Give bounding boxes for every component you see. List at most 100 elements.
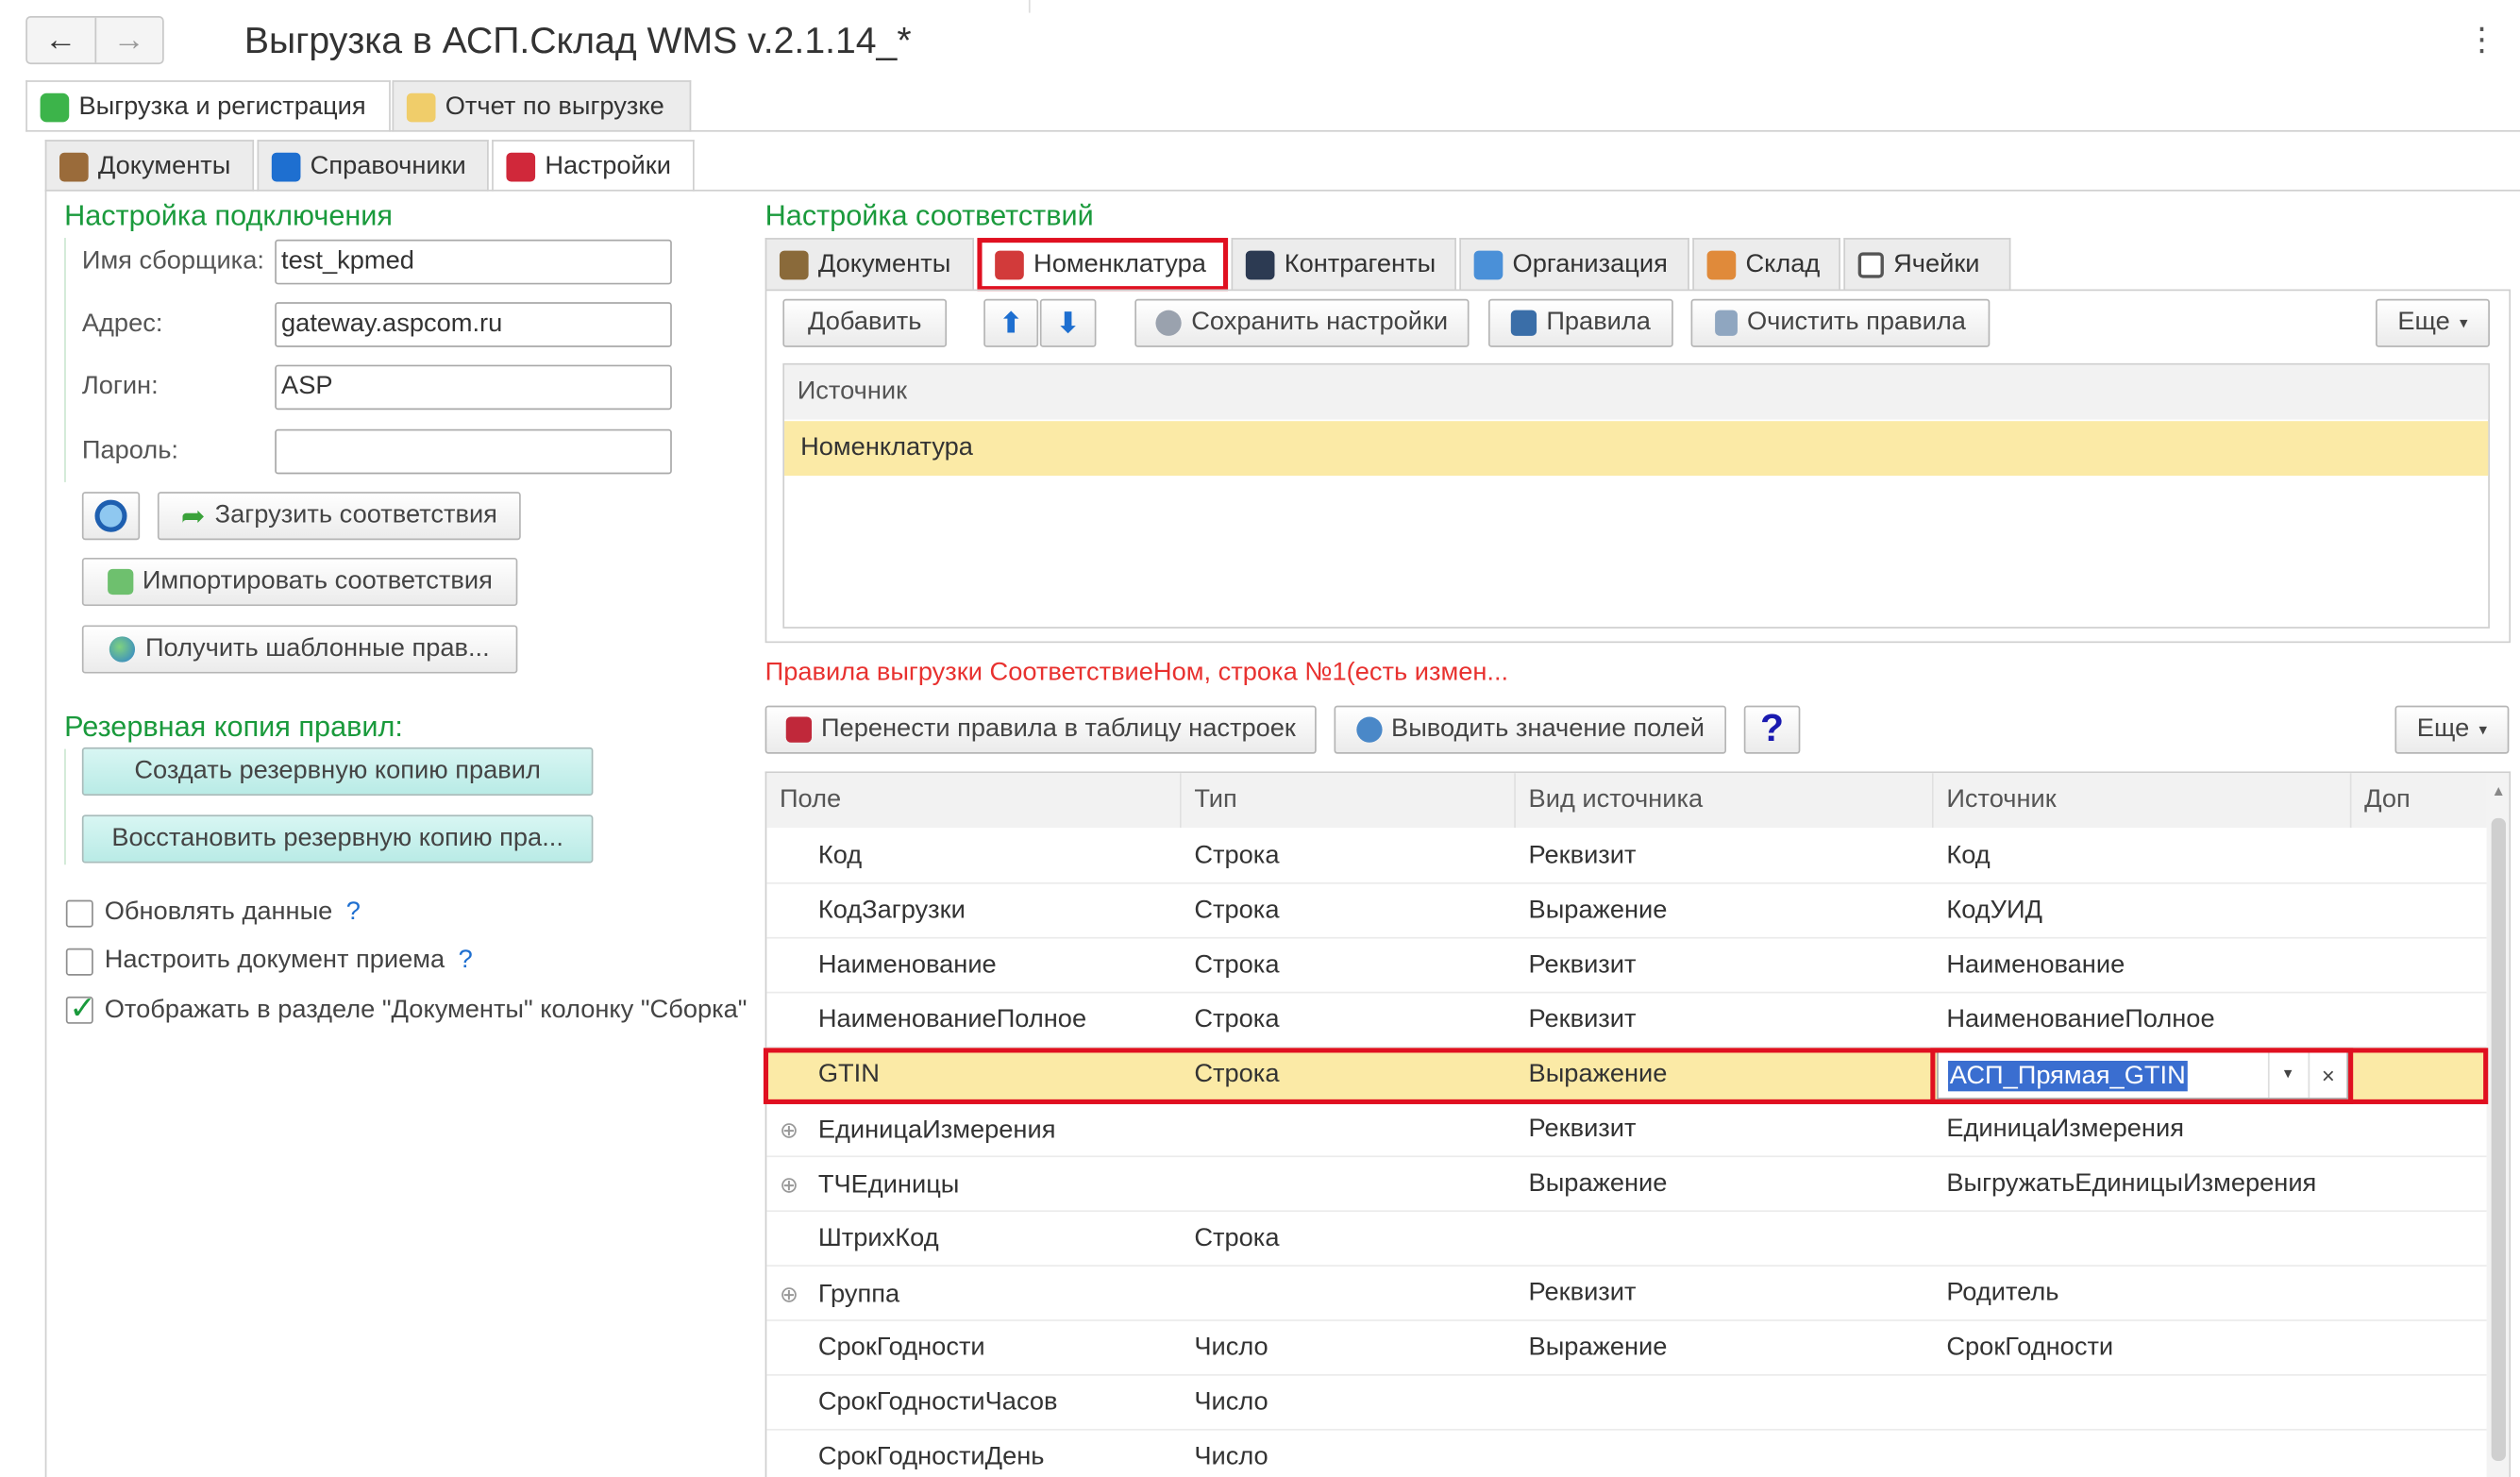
move-up-button[interactable]: ⬆ [983, 298, 1039, 347]
table-row[interactable]: ШтрихКод Строка [766, 1212, 2487, 1267]
col-type: Тип [1181, 773, 1516, 829]
map-tab-counterparties[interactable]: Контрагенты [1231, 238, 1456, 290]
tab-label: Документы [817, 249, 951, 277]
clear-rules-button[interactable]: Очистить правила [1690, 298, 1991, 347]
source-header: Источник [784, 364, 2489, 420]
map-tab-cells[interactable]: Ячейки [1843, 238, 2011, 290]
import-mappings-button[interactable]: Импортировать соответствия [81, 557, 518, 607]
more-menu-icon[interactable]: ⋮ [2465, 19, 2497, 59]
password-input[interactable] [275, 428, 672, 475]
restore-backup-button[interactable]: Восстановить резервную копию пра... [81, 814, 594, 864]
tab-export-report[interactable]: Отчет по выгрузке [392, 80, 692, 132]
setup-doc-checkbox[interactable] [65, 948, 93, 976]
move-down-button[interactable]: ⬇ [1039, 298, 1097, 347]
trash-icon [1714, 310, 1738, 336]
load-mappings-button[interactable]: ➦ Загрузить соответствия [157, 492, 521, 541]
top-tabs-border [25, 129, 2520, 132]
basket-icon [995, 249, 1024, 279]
address-label: Адрес: [81, 310, 163, 338]
forward-button[interactable]: → [95, 18, 162, 63]
picker-input[interactable]: test_kpmed [275, 239, 672, 285]
map-tab-organization[interactable]: Организация [1459, 238, 1689, 290]
table-row[interactable]: ⊕ Группа Реквизит Родитель [766, 1267, 2487, 1321]
get-templates-button[interactable]: Получить шаблонные прав... [81, 625, 518, 674]
table-row[interactable]: Наименование Строка Реквизит Наименование [766, 939, 2487, 994]
table-row[interactable]: ⊕ ТЧЕдиницы Выражение ВыгружатьЕдиницыИзмер… [766, 1157, 2487, 1213]
expand-icon[interactable]: ⊕ [780, 1157, 818, 1212]
rules-more-button[interactable]: Еще ▾ [2394, 705, 2510, 754]
show-column-checkbox[interactable]: ✓ [65, 992, 96, 1027]
save-settings-button[interactable]: Сохранить настройки [1134, 298, 1470, 347]
connect-button[interactable] [81, 492, 141, 541]
table-row[interactable]: Код Строка Реквизит Код [766, 830, 2487, 884]
backup-title: Резервная копия правил: [64, 710, 403, 743]
cell-source-kind [1516, 1212, 1934, 1267]
login-input[interactable]: ASP [275, 364, 672, 411]
field-name: НаименованиеПолное [817, 1006, 1087, 1034]
option-text: Обновлять данные [104, 898, 333, 926]
cell-type: Строка [1194, 1224, 1280, 1252]
button-label: Выводить значение полей [1391, 714, 1705, 743]
source-row[interactable]: Номенклатура [784, 421, 2489, 477]
cell-field: СрокГодности [766, 1321, 1181, 1376]
add-button[interactable]: Добавить [782, 298, 948, 347]
field-name: Группа [817, 1281, 900, 1309]
gears-icon [779, 249, 809, 279]
expand-icon[interactable]: ⊕ [780, 1267, 818, 1321]
password-label: Пароль: [81, 437, 178, 465]
map-tab-nomenclature[interactable]: Номенклатура [977, 238, 1229, 292]
field-name: СрокГодностиЧасов [817, 1388, 1058, 1417]
tab-label: Справочники [310, 151, 466, 179]
table-row[interactable]: СрокГодности Число Выражение СрокГодности [766, 1321, 2487, 1376]
rules-button[interactable]: Правила [1487, 298, 1673, 347]
table-row[interactable]: ⊕ ЕдиницаИзмерения Реквизит ЕдиницаИзмерени… [766, 1102, 2487, 1158]
book-icon [271, 151, 301, 181]
scrollbar[interactable]: ▲ [2486, 773, 2510, 1477]
cell-field: НаименованиеПолное [766, 993, 1181, 1048]
house-icon [1706, 249, 1737, 279]
button-label: Загрузить соответствия [214, 501, 497, 529]
expand-icon[interactable]: ⊕ [780, 1102, 818, 1157]
table-row[interactable]: СрокГодностиДень Число [766, 1431, 2486, 1477]
tab-documents[interactable]: Документы [44, 140, 255, 192]
cell-source-kind: Реквизит [1528, 1115, 1637, 1143]
scroll-up-icon[interactable]: ▲ [2492, 782, 2506, 798]
cell-field: СрокГодностиЧасов [766, 1376, 1181, 1431]
login-label: Логин: [81, 373, 159, 401]
magnifier-icon [1355, 716, 1382, 743]
map-tab-warehouse[interactable]: Склад [1692, 238, 1840, 290]
tab-settings[interactable]: Настройки [492, 140, 695, 192]
show-values-button[interactable]: Выводить значение полей [1334, 705, 1727, 754]
cell-type: Число [1194, 1388, 1268, 1417]
back-icon: ← [44, 21, 77, 58]
settings-icon [506, 151, 536, 181]
table-row[interactable]: НаименованиеПолное Строка Реквизит Наименов… [766, 993, 2487, 1049]
cube-icon [1857, 251, 1884, 277]
help-button[interactable]: ? [1743, 705, 1801, 754]
tab-label: Организация [1512, 249, 1668, 277]
button-label: Импортировать соответствия [142, 567, 493, 596]
cell-source-kind: Выражение [1528, 1334, 1668, 1362]
map-tab-documents[interactable]: Документы [764, 238, 975, 290]
button-label: Сохранить настройки [1191, 308, 1449, 336]
arrow-up-icon: ⬆ [999, 306, 1024, 339]
mapping-more-button[interactable]: Еще ▾ [2376, 298, 2490, 347]
cell-source-kind: Реквизит [1528, 1006, 1637, 1034]
table-row[interactable]: КодЗагрузки Строка Выражение КодУИД [766, 884, 2487, 939]
help-link[interactable]: ? [459, 947, 473, 974]
back-button[interactable]: ← [27, 17, 96, 63]
tab-export-registration[interactable]: Выгрузка и регистрация [25, 80, 391, 132]
tab-catalogs[interactable]: Справочники [257, 140, 489, 192]
create-backup-button[interactable]: Создать резервную копию правил [81, 747, 594, 796]
update-data-checkbox[interactable] [65, 899, 93, 928]
setup-doc-label: Настроить документ приема ? [105, 947, 473, 976]
table-row[interactable]: СрокГодностиЧасов Число [766, 1376, 2487, 1431]
transfer-rules-button[interactable]: Перенести правила в таблицу настроек [764, 705, 1317, 754]
address-input[interactable]: gateway.aspcom.ru [275, 302, 672, 347]
scroll-thumb[interactable] [2491, 817, 2506, 1462]
help-link[interactable]: ? [346, 898, 361, 926]
sub-tabs-border [44, 189, 2520, 192]
chevron-down-icon: ▾ [2460, 313, 2468, 332]
cell-type: Строка [1194, 951, 1280, 980]
cell-field: Наименование [766, 939, 1181, 994]
